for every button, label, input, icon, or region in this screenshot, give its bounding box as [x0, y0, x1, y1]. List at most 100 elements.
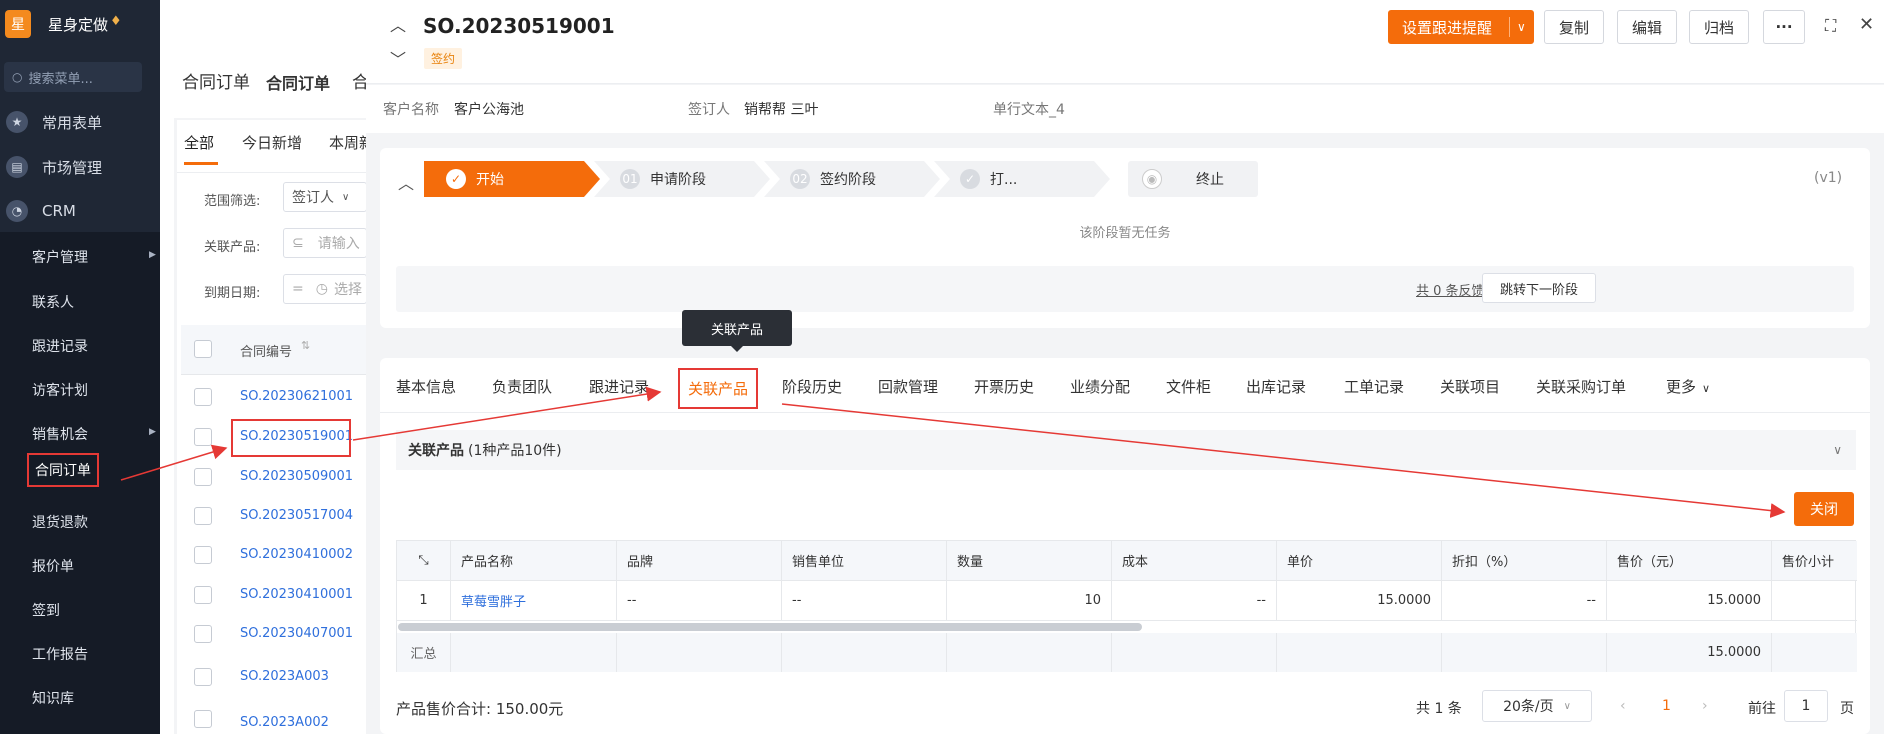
menu-label: 市场管理 — [42, 158, 103, 177]
tab-work-orders[interactable]: 工单记录 — [1344, 376, 1404, 397]
stage-label: 开始 — [476, 172, 504, 188]
summary-row: 汇总 15.0000 — [397, 633, 1857, 672]
product-filter-input[interactable]: ⊆ 请输入 — [283, 228, 367, 258]
filter-tab-today[interactable]: 今日新增 — [242, 132, 302, 153]
row-checkbox[interactable] — [194, 428, 212, 446]
set-reminder-button[interactable]: 设置跟进提醒 ∨ — [1388, 10, 1534, 44]
row-checkbox[interactable] — [194, 468, 212, 486]
feedback-link[interactable]: 共 0 条反馈 — [1416, 280, 1485, 299]
stage-terminate[interactable]: ◉ 终止 — [1128, 161, 1258, 197]
product-name-link[interactable]: 草莓雪胖子 — [451, 581, 617, 620]
tab-invoice-history[interactable]: 开票历史 — [974, 376, 1034, 397]
chevron-down-icon[interactable]: ∨ — [1517, 20, 1526, 34]
tab-stage-history[interactable]: 阶段历史 — [782, 376, 842, 397]
chevron-up-icon[interactable]: ︿ — [390, 12, 406, 36]
check-icon: ✓ — [446, 169, 466, 189]
tab-related-products[interactable]: 关联产品 — [678, 368, 759, 409]
submenu-contract-orders[interactable]: 合同订单 — [27, 453, 99, 487]
submenu-opportunities[interactable]: 销售机会 — [32, 424, 88, 444]
tab-more[interactable]: 更多 ∨ — [1666, 376, 1710, 397]
chevron-up-icon[interactable]: ︿ — [398, 170, 414, 194]
tab-team[interactable]: 负责团队 — [492, 376, 552, 397]
expand-icon[interactable]: ⤡ — [397, 541, 451, 580]
current-page[interactable]: 1 — [1662, 698, 1671, 714]
edit-button[interactable]: 编辑 — [1617, 10, 1677, 44]
row-checkbox[interactable] — [194, 710, 212, 728]
select-all-checkbox[interactable] — [194, 340, 212, 358]
stage-print[interactable]: ✓ 打... — [934, 161, 1110, 197]
page-size-value: 20条/页 — [1503, 699, 1554, 715]
tab-followups[interactable]: 跟进记录 — [589, 376, 649, 397]
fullscreen-icon[interactable]: ⛶ — [1825, 16, 1836, 36]
column-header-contract-no[interactable]: 合同编号 — [240, 341, 292, 360]
submenu-checkin[interactable]: 签到 — [32, 600, 60, 620]
summary-cell — [947, 633, 1112, 672]
tab-purchase-orders[interactable]: 关联采购订单 — [1536, 376, 1626, 397]
order-link[interactable]: SO.2023A002 — [240, 715, 329, 730]
menu-marketing[interactable]: ▤ 市场管理 — [0, 149, 160, 185]
next-page-icon[interactable]: › — [1702, 698, 1708, 714]
chevron-down-icon[interactable]: ∨ — [1833, 443, 1842, 457]
row-checkbox[interactable] — [194, 586, 212, 604]
prev-page-icon[interactable]: ‹ — [1620, 698, 1626, 714]
submenu-customers[interactable]: 客户管理 — [32, 247, 88, 267]
submenu-work-report[interactable]: 工作报告 — [32, 644, 88, 664]
breadcrumb-item-active[interactable]: 合同订单 — [266, 70, 330, 94]
tab-performance[interactable]: 业绩分配 — [1070, 376, 1130, 397]
row-checkbox[interactable] — [194, 668, 212, 686]
close-button[interactable]: 关闭 — [1794, 492, 1854, 526]
due-date-picker[interactable]: = ◷ 选择 — [283, 274, 367, 304]
submenu-knowledge[interactable]: 知识库 — [32, 688, 74, 708]
chevron-down-icon[interactable]: ﹀ — [390, 46, 406, 70]
order-link[interactable]: SO.20230407001 — [240, 626, 353, 641]
row-checkbox[interactable] — [194, 507, 212, 525]
order-link[interactable]: SO.20230509001 — [240, 469, 353, 484]
row-checkbox[interactable] — [194, 546, 212, 564]
horizontal-scrollbar[interactable] — [398, 623, 1142, 631]
order-link[interactable]: SO.20230410001 — [240, 587, 353, 602]
row-checkbox[interactable] — [194, 388, 212, 406]
stage-label: 申请阶段 — [650, 172, 706, 188]
tab-files[interactable]: 文件柜 — [1166, 376, 1211, 397]
sort-icon[interactable]: ⇅ — [301, 339, 310, 352]
stage-start[interactable]: ✓ 开始 — [424, 161, 600, 197]
stage-sign[interactable]: 02 签约阶段 — [764, 161, 940, 197]
page-size-select[interactable]: 20条/页 ∨ — [1482, 690, 1592, 722]
row-checkbox[interactable] — [194, 625, 212, 643]
filter-tab-all[interactable]: 全部 — [184, 132, 214, 153]
order-link[interactable]: SO.20230410002 — [240, 547, 353, 562]
tab-basic-info[interactable]: 基本信息 — [396, 376, 456, 397]
order-link[interactable]: SO.2023A003 — [240, 669, 329, 684]
more-button[interactable]: ··· — [1763, 10, 1805, 44]
summary-cell — [617, 633, 782, 672]
jump-next-stage-button[interactable]: 跳转下一阶段 — [1482, 273, 1596, 303]
breadcrumb-item[interactable]: 合同订单 — [182, 68, 250, 93]
archive-button[interactable]: 归档 — [1689, 10, 1749, 44]
submenu-contacts[interactable]: 联系人 — [32, 292, 74, 312]
menu-common-forms[interactable]: ★ 常用表单 — [0, 104, 160, 140]
tab-projects[interactable]: 关联项目 — [1440, 376, 1500, 397]
order-link[interactable]: SO.20230517004 — [240, 508, 353, 523]
related-products-section[interactable]: 关联产品 (1种产品10件) ∨ — [396, 430, 1856, 470]
menu-crm[interactable]: ◔ CRM — [0, 193, 160, 229]
equals-icon: = — [292, 281, 304, 297]
tab-outbound[interactable]: 出库记录 — [1246, 376, 1306, 397]
tab-payments[interactable]: 回款管理 — [878, 376, 938, 397]
stage-label: 打... — [990, 172, 1018, 188]
copy-button[interactable]: 复制 — [1544, 10, 1604, 44]
highlight-box — [231, 419, 351, 457]
submenu-quotes[interactable]: 报价单 — [32, 556, 74, 576]
feedback-bar: 共 0 条反馈 跳转下一阶段 — [396, 266, 1854, 312]
detail-tabs-panel: 基本信息 负责团队 跟进记录 关联产品 阶段历史 回款管理 开票历史 业绩分配 … — [380, 358, 1870, 734]
submenu-visit-plan[interactable]: 访客计划 — [32, 380, 88, 400]
goto-page-input[interactable]: 1 — [1784, 690, 1828, 722]
submenu-returns[interactable]: 退货退款 — [32, 512, 88, 532]
order-link[interactable]: SO.20230621001 — [240, 389, 353, 404]
stage-apply[interactable]: 01 申请阶段 — [594, 161, 770, 197]
signer-select[interactable]: 签订人 ∨ — [283, 182, 367, 212]
submenu-followups[interactable]: 跟进记录 — [32, 336, 88, 356]
column-header: 成本 — [1112, 541, 1277, 580]
menu-search-input[interactable]: ○ 搜索菜单... — [4, 62, 142, 92]
close-icon[interactable]: ✕ — [1859, 14, 1874, 35]
summary-sale: 15.0000 — [1607, 633, 1772, 672]
